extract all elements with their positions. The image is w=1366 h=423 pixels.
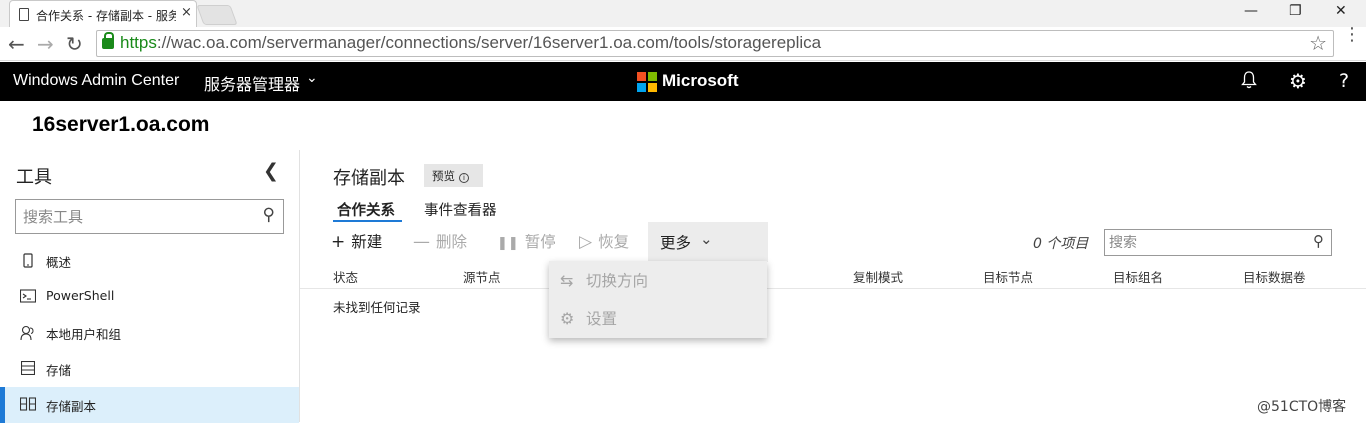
play-icon: ▷ xyxy=(579,232,593,252)
sidebar-item-storage-replica[interactable]: 存储副本 xyxy=(0,387,299,423)
menu-item-settings[interactable]: ⚙ 设置 xyxy=(560,307,617,331)
resume-button[interactable]: ▷ 恢复 xyxy=(579,230,629,252)
app-header: Windows Admin Center 服务器管理器 ⌄ Microsoft … xyxy=(0,62,1366,101)
new-button-label: 新建 xyxy=(351,233,383,251)
table-search-box[interactable]: ⚲ xyxy=(1104,229,1332,256)
new-tab-button[interactable] xyxy=(196,5,238,25)
browser-menu-icon[interactable]: ⋮ xyxy=(1343,26,1361,44)
page-icon xyxy=(19,8,29,21)
sidebar-item-label: 本地用户和组 xyxy=(46,327,122,342)
preview-badge[interactable]: 预览 i xyxy=(424,164,483,187)
bookmark-star-icon[interactable]: ☆ xyxy=(1309,31,1327,55)
window-close-icon[interactable]: ✕ xyxy=(1335,3,1347,19)
new-button[interactable]: + 新建 xyxy=(331,230,382,252)
watermark: @51CTO博客 xyxy=(1257,399,1347,415)
back-icon[interactable]: ← xyxy=(8,32,25,56)
help-icon[interactable]: ? xyxy=(1339,70,1349,92)
browser-tab[interactable]: 合作关系 - 存储副本 - 服务 × xyxy=(9,0,197,27)
tools-title: 工具 xyxy=(16,167,52,188)
context-switcher[interactable]: 服务器管理器 xyxy=(204,71,300,95)
empty-state-message: 未找到任何记录 xyxy=(333,300,421,315)
reload-icon[interactable]: ↻ xyxy=(66,32,83,56)
column-header-status[interactable]: 状态 xyxy=(333,267,358,286)
sidebar-item-label: 概述 xyxy=(46,255,72,270)
table-search-input[interactable] xyxy=(1105,230,1300,255)
server-title: 16server1.oa.com xyxy=(32,113,210,136)
lock-icon xyxy=(102,32,114,49)
tab-partnerships[interactable]: 合作关系 xyxy=(337,199,395,220)
chevron-down-icon[interactable]: ⌄ xyxy=(306,70,318,86)
menu-item-label: 设置 xyxy=(586,310,618,328)
pause-icon: ❚❚ xyxy=(497,236,519,251)
table-header-divider xyxy=(300,288,1366,289)
sidebar-item-storage[interactable]: 存储 xyxy=(0,351,299,387)
column-header-replication-mode[interactable]: 复制模式 xyxy=(853,267,903,286)
microsoft-wordmark: Microsoft xyxy=(662,71,739,90)
minimize-icon[interactable]: — xyxy=(1244,3,1258,19)
url-bar[interactable]: https://wac.oa.com/servermanager/connect… xyxy=(96,30,1334,57)
url-scheme: https xyxy=(120,33,157,52)
column-header-source-node[interactable]: 源节点 xyxy=(463,267,501,286)
tools-nav: 概述 PowerShell 本地用户和组 存储 存储副本 xyxy=(0,243,299,423)
column-header-target-node[interactable]: 目标节点 xyxy=(983,267,1033,286)
sidebar-item-powershell[interactable]: PowerShell xyxy=(0,279,299,315)
terminal-icon xyxy=(19,289,37,305)
menu-item-label: 切换方向 xyxy=(586,272,649,290)
column-header-target-volume[interactable]: 目标数据卷 xyxy=(1243,267,1306,286)
page-title: 存储副本 xyxy=(333,168,405,189)
column-header-target-group[interactable]: 目标组名 xyxy=(1113,267,1163,286)
more-button-label: 更多 xyxy=(660,234,692,252)
microsoft-logo xyxy=(637,72,657,92)
chevron-down-icon: ⌄ xyxy=(700,230,713,248)
browser-tab-bar: 合作关系 - 存储副本 - 服务 × — ❐ ✕ xyxy=(0,0,1366,27)
info-icon[interactable]: i xyxy=(459,173,469,183)
sidebar-item-label: 存储副本 xyxy=(46,399,97,414)
preview-badge-label: 预览 xyxy=(432,169,455,183)
sidebar-item-local-users[interactable]: 本地用户和组 xyxy=(0,315,299,351)
minus-icon: — xyxy=(413,232,430,252)
swap-icon: ⇆ xyxy=(560,271,574,290)
delete-button-label: 删除 xyxy=(436,233,468,251)
tool-search-input[interactable] xyxy=(16,200,251,233)
storage-replica-icon xyxy=(19,397,37,413)
collapse-sidebar-icon[interactable]: ❮ xyxy=(263,160,279,182)
plus-icon: + xyxy=(331,232,346,252)
resume-button-label: 恢复 xyxy=(598,233,630,251)
gear-icon[interactable]: ⚙ xyxy=(1289,69,1307,93)
storage-icon xyxy=(20,360,36,377)
active-tab-indicator xyxy=(333,220,402,222)
menu-item-switch-direction[interactable]: ⇆ 切换方向 xyxy=(560,269,648,293)
search-icon[interactable]: ⚲ xyxy=(263,205,275,225)
forward-icon[interactable]: → xyxy=(37,32,54,56)
delete-button[interactable]: — 删除 xyxy=(413,230,467,252)
address-toolbar: ← → ↻ https://wac.oa.com/servermanager/c… xyxy=(0,26,1366,61)
browser-tab-title: 合作关系 - 存储副本 - 服务 xyxy=(36,9,176,23)
notification-bell-icon[interactable] xyxy=(1241,71,1257,94)
close-tab-icon[interactable]: × xyxy=(181,5,192,20)
sidebar-item-label: 存储 xyxy=(46,363,72,378)
gear-icon: ⚙ xyxy=(560,309,575,328)
sidebar-item-overview[interactable]: 概述 xyxy=(0,243,299,279)
restore-icon[interactable]: ❐ xyxy=(1289,3,1302,19)
tools-sidebar: 工具 ❮ ⚲ 概述 PowerShell 本地用户和组 存 xyxy=(0,150,300,423)
pause-button-label: 暂停 xyxy=(524,233,556,251)
item-count: 0 个项目 xyxy=(1033,236,1089,252)
url-text[interactable]: https://wac.oa.com/servermanager/connect… xyxy=(120,33,821,53)
pause-button[interactable]: ❚❚ 暂停 xyxy=(497,230,556,252)
users-icon xyxy=(20,325,36,341)
tool-search-box[interactable]: ⚲ xyxy=(15,199,284,234)
more-button[interactable]: 更多 ⌄ xyxy=(648,222,768,262)
sidebar-item-label: PowerShell xyxy=(46,288,115,303)
url-path: ://wac.oa.com/servermanager/connections/… xyxy=(156,33,822,52)
more-menu: ⇆ 切换方向 ⚙ 设置 xyxy=(549,261,767,338)
phone-icon xyxy=(20,253,36,269)
app-brand[interactable]: Windows Admin Center xyxy=(13,72,179,90)
search-icon[interactable]: ⚲ xyxy=(1313,232,1324,250)
tab-event-viewer[interactable]: 事件查看器 xyxy=(424,199,497,220)
